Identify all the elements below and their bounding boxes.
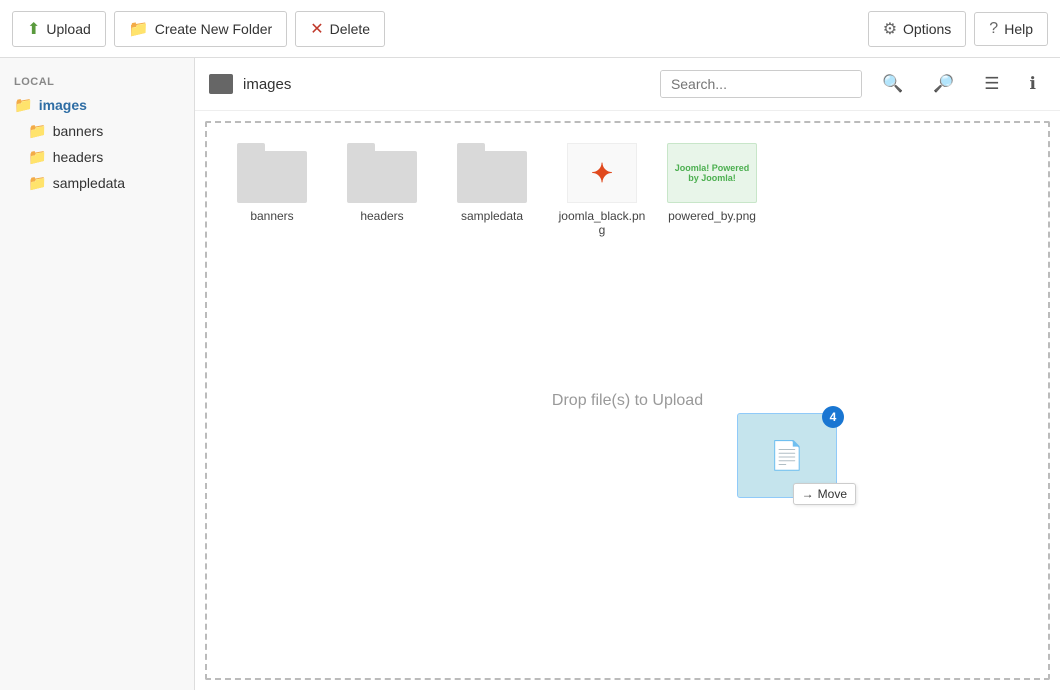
powered-text: Joomla! Powered by Joomla! [672,163,752,183]
info-button[interactable]: ℹ [1020,68,1046,100]
move-label: Move [818,487,847,501]
powered-thumbnail: Joomla! Powered by Joomla! [667,143,757,203]
delete-icon: ✕ [310,19,323,39]
toolbar: ⬆ Upload 📁 Create New Folder ✕ Delete ⚙ … [0,0,1060,58]
sidebar-item-label: sampledata [53,175,125,191]
drag-card: 4 📄 → Move [737,413,837,498]
upload-button[interactable]: ⬆ Upload [12,11,106,47]
file-item-powered[interactable]: Joomla! Powered by Joomla! powered_by.pn… [667,143,757,223]
upload-label: Upload [46,21,90,37]
new-folder-button[interactable]: 📁 Create New Folder [114,11,287,47]
folder-plus-icon: 📁 [129,19,149,39]
file-area[interactable]: banners headers sampledata [205,121,1050,680]
file-label-banners: banners [250,209,293,223]
upload-icon: ⬆ [27,19,40,39]
drag-files-icon: 📄 [770,439,805,472]
move-arrow-icon: → [802,487,814,501]
folder-icon: 📁 [28,122,47,140]
folder-icon: 📁 [28,174,47,192]
drag-overlay: 4 📄 → Move [737,413,847,513]
main-layout: LOCAL 📁 images 📁 banners 📁 headers 📁 sam… [0,58,1060,690]
zoom-in-button[interactable]: 🔎 [923,68,964,100]
sidebar-root-label: images [39,97,87,113]
file-label-sampledata: sampledata [461,209,523,223]
file-label-powered: powered_by.png [668,209,756,223]
options-label: Options [903,21,951,37]
files-grid: banners headers sampledata [207,123,1048,257]
content-header: images 🔍 🔎 ☰ ℹ [195,58,1060,111]
list-view-button[interactable]: ☰ [974,68,1009,100]
sidebar-item-label: banners [53,123,104,139]
drop-zone-text: Drop file(s) to Upload [552,392,703,410]
sidebar-item-banners[interactable]: 📁 banners [0,118,194,144]
folder-icon-headers [347,143,417,203]
search-input[interactable] [661,71,861,97]
help-icon: ? [989,20,998,38]
file-item-sampledata[interactable]: sampledata [447,143,537,223]
sidebar-root-folder[interactable]: 📁 images [0,92,194,118]
sidebar: LOCAL 📁 images 📁 banners 📁 headers 📁 sam… [0,58,195,690]
file-item-banners[interactable]: banners [227,143,317,223]
breadcrumb-folder-icon [209,74,233,94]
gear-icon: ⚙ [883,19,897,39]
sidebar-item-sampledata[interactable]: 📁 sampledata [0,170,194,196]
sidebar-item-label: headers [53,149,104,165]
file-item-joomla[interactable]: ✦ joomla_black.png [557,143,647,237]
sidebar-section-label: LOCAL [0,70,194,92]
folder-icon-banners [237,143,307,203]
breadcrumb-label: images [243,76,291,93]
delete-button[interactable]: ✕ Delete [295,11,385,47]
folder-icon-sampledata [457,143,527,203]
file-label-headers: headers [360,209,403,223]
zoom-out-button[interactable]: 🔍 [872,68,913,100]
options-button[interactable]: ⚙ Options [868,11,967,47]
content-area: images 🔍 🔎 ☰ ℹ banners [195,58,1060,690]
search-box [660,70,862,98]
joomla-cross-icon: ✦ [591,158,613,189]
joomla-thumbnail: ✦ [567,143,637,203]
help-button[interactable]: ? Help [974,12,1048,46]
drag-count-badge: 4 [822,406,844,428]
folder-icon: 📁 [14,96,33,114]
file-label-joomla: joomla_black.png [557,209,647,237]
delete-label: Delete [330,21,370,37]
file-item-headers[interactable]: headers [337,143,427,223]
folder-icon: 📁 [28,148,47,166]
sidebar-item-headers[interactable]: 📁 headers [0,144,194,170]
move-tooltip: → Move [793,483,856,505]
new-folder-label: Create New Folder [155,21,273,37]
help-label: Help [1004,21,1033,37]
